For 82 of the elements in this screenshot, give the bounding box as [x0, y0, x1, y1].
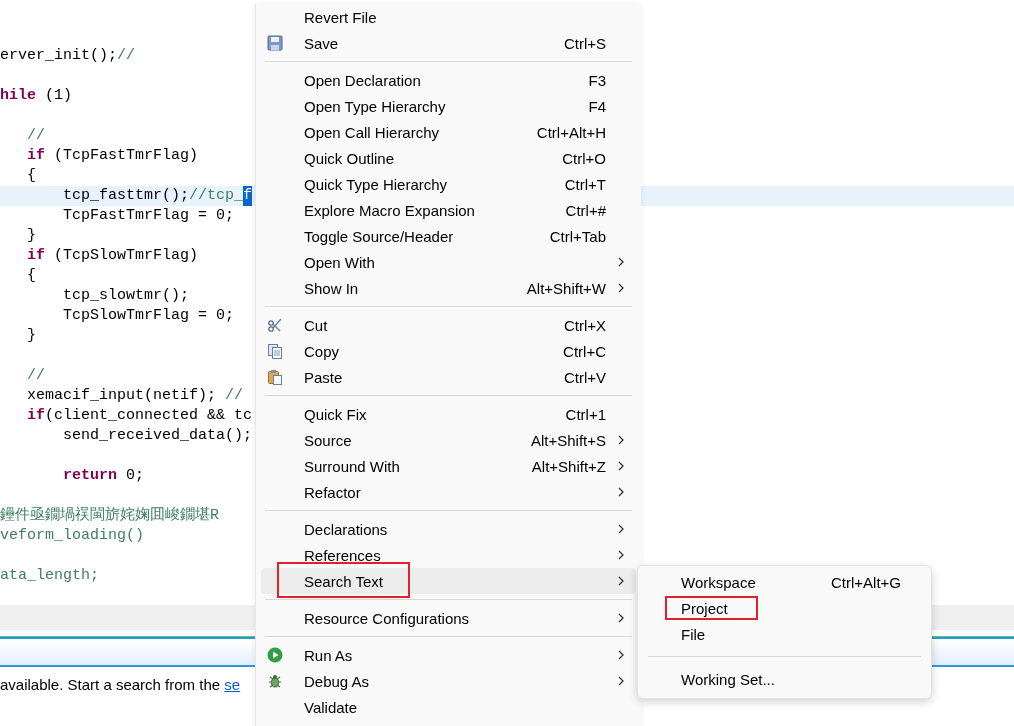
shortcut-text: F3	[588, 71, 606, 89]
link[interactable]: se	[224, 676, 241, 693]
menu-item[interactable]: Run As	[261, 642, 636, 668]
menu-item[interactable]: Declarations	[261, 516, 636, 542]
code-text: (1)	[44, 86, 73, 106]
code-text: (client_connected && tc	[45, 406, 253, 426]
menu-item[interactable]: Toggle Source/Header Ctrl+Tab	[261, 223, 636, 249]
menu-item[interactable]: Open Declaration F3	[261, 67, 636, 93]
code-text: (TcpFastTmrFlag)	[53, 146, 199, 166]
menu-item[interactable]: Cut Ctrl+X	[261, 312, 636, 338]
keyword: return	[62, 466, 118, 486]
code-text: {	[26, 166, 36, 186]
shortcut-text: Alt+Shift+S	[530, 431, 606, 449]
menu-item[interactable]: Quick Type Hierarchy Ctrl+T	[261, 171, 636, 197]
menu-item[interactable]: Refactor	[261, 479, 636, 505]
code-text: TcpSlowTmrFlag = 0;	[62, 306, 235, 326]
scissors-icon	[267, 317, 283, 333]
code-comment: ata_length;	[0, 566, 100, 586]
shortcut-text: Ctrl+Tab	[549, 227, 606, 245]
code-text: {	[26, 266, 36, 286]
save-icon	[267, 35, 283, 51]
shortcut-text: Ctrl+X	[563, 316, 606, 334]
menu-item[interactable]: Open Call Hierarchy Ctrl+Alt+H	[261, 119, 636, 145]
keyword: if	[26, 146, 45, 166]
selected-text: f	[243, 186, 253, 206]
shortcut-text: Ctrl+Alt+H	[536, 123, 606, 141]
menu-item[interactable]: Search Text	[261, 568, 636, 594]
code-text: }	[26, 226, 36, 246]
code-text: 0;	[125, 466, 145, 486]
shortcut-text: F4	[588, 97, 606, 115]
code-comment: //tcp_	[189, 186, 244, 206]
menu-item[interactable]: Source Alt+Shift+S	[261, 427, 636, 453]
menu-item[interactable]: Show In Alt+Shift+W	[261, 275, 636, 301]
code-comment: //	[225, 386, 244, 406]
clipboard-icon	[267, 369, 283, 385]
menu-item[interactable]: Working Set...	[638, 666, 931, 692]
code-text: xemacif_input(netif);	[26, 386, 218, 406]
shortcut-text: Ctrl+V	[563, 368, 606, 386]
menu-item[interactable]: Quick Outline Ctrl+O	[261, 145, 636, 171]
keyword: hile	[0, 86, 36, 106]
code-comment: //	[26, 126, 45, 146]
shortcut-text: Ctrl+1	[565, 405, 606, 423]
shortcut-text: Ctrl+#	[565, 201, 606, 219]
code-comment: 鑸件亟鐗堝祦閩旂姹婅囬峻鐗堪R	[0, 506, 219, 526]
shortcut-text: Alt+Shift+W	[526, 279, 606, 297]
menu-item[interactable]: Open With	[261, 249, 636, 275]
menu-item[interactable]: Explore Macro Expansion Ctrl+#	[261, 197, 636, 223]
menu-item[interactable]: Workspace Ctrl+Alt+G	[638, 569, 931, 595]
menu-item[interactable]: Copy Ctrl+C	[261, 338, 636, 364]
code-comment: //	[117, 46, 136, 66]
code-comment: //	[26, 366, 45, 386]
copy-icon	[267, 343, 283, 359]
code-text: send_received_data();	[62, 426, 253, 446]
menu-item[interactable]: Surround With Alt+Shift+Z	[261, 453, 636, 479]
code-text: tcp_fasttmr();	[62, 186, 190, 206]
code-comment: veform_loading()	[0, 526, 145, 546]
menu-item[interactable]: Open Type Hierarchy F4	[261, 93, 636, 119]
code-text: (TcpSlowTmrFlag)	[53, 246, 199, 266]
code-text: tcp_slowtmr();	[62, 286, 190, 306]
code-text: }	[26, 326, 36, 346]
menu-item[interactable]: References	[261, 542, 636, 568]
shortcut-text: Ctrl+C	[563, 342, 606, 360]
shortcut-text: Ctrl+S	[563, 34, 606, 52]
menu-item[interactable]: Project	[638, 595, 931, 621]
play-icon	[267, 647, 283, 663]
keyword: if	[26, 246, 45, 266]
menu-item[interactable]: File	[638, 621, 931, 647]
code-text: erver_init();	[0, 46, 118, 66]
menu-item[interactable]: Quick Fix Ctrl+1	[261, 401, 636, 427]
shortcut-text: Ctrl+O	[562, 149, 606, 167]
keyword: if	[26, 406, 45, 426]
shortcut-text: Alt+Shift+Z	[531, 457, 606, 475]
bug-icon	[267, 673, 283, 689]
menu-item[interactable]: Paste Ctrl+V	[261, 364, 636, 390]
menu-item[interactable]: Validate	[261, 694, 636, 720]
shortcut-text: Ctrl+Alt+G	[830, 573, 901, 591]
menu-item[interactable]: Revert File	[261, 4, 636, 30]
code-text: TcpFastTmrFlag = 0;	[62, 206, 235, 226]
menu-item[interactable]: Resource Configurations	[261, 605, 636, 631]
menu-item[interactable]: Debug As	[261, 668, 636, 694]
shortcut-text: Ctrl+T	[564, 175, 606, 193]
menu-item[interactable]: Save Ctrl+S	[261, 30, 636, 56]
